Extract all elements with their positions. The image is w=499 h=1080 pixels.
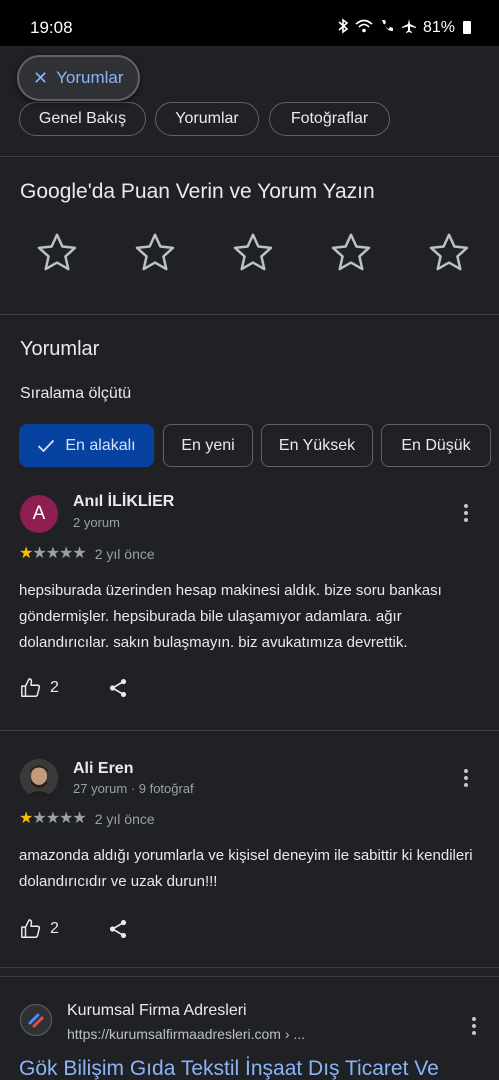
sort-most-relevant[interactable]: En alakalı (19, 424, 154, 467)
star-outline-icon (37, 233, 77, 271)
rate-star-3[interactable] (229, 229, 277, 277)
check-icon (38, 439, 55, 452)
site-logo-icon (28, 1013, 44, 1028)
divider (0, 730, 499, 731)
star-filled-icon: ★ (19, 810, 33, 827)
site-favicon (20, 1004, 52, 1036)
bluetooth-icon (337, 18, 349, 37)
star-empty-icon: ★ (59, 545, 73, 562)
share-icon (109, 679, 126, 697)
section-divider (0, 967, 499, 977)
thumbs-up-icon (21, 678, 41, 697)
result-more-options-icon[interactable] (463, 1012, 485, 1040)
review-actions: 2 (20, 918, 129, 940)
share-button[interactable] (107, 677, 129, 699)
review-date: 2 yıl önce (94, 546, 155, 562)
star-empty-icon: ★ (72, 810, 86, 827)
review-text: amazonda aldığı yorumlarla ve kişisel de… (19, 847, 473, 890)
reviews-filter-label: Yorumlar (56, 68, 124, 87)
avatar[interactable] (20, 759, 58, 797)
rate-star-1[interactable] (33, 229, 81, 277)
more-options-icon[interactable] (455, 764, 477, 792)
result-title-link[interactable]: Gök Bilişim Gıda Tekstil İnşaat Dış Tica… (19, 1057, 439, 1080)
review-rating: ★ ★ ★ ★ ★ 2 yıl önce (19, 545, 155, 563)
divider (0, 156, 499, 157)
like-count: 2 (50, 679, 59, 696)
star-empty-icon: ★ (45, 545, 60, 562)
star-outline-icon (135, 233, 175, 271)
status-icons: 81% (337, 18, 471, 37)
star-outline-icon (429, 233, 469, 271)
sort-label: Sıralama ölçütü (20, 385, 132, 402)
sort-most-relevant-label: En alakalı (65, 436, 136, 454)
divider (0, 314, 499, 315)
star-filled-icon: ★ (19, 545, 33, 562)
review-text: hepsiburada üzerinden hesap makinesi ald… (19, 582, 442, 651)
airplane-icon (401, 18, 417, 37)
reviewer-name[interactable]: Anıl İLİKLİER (73, 493, 174, 511)
review-rating: ★ ★ ★ ★ ★ 2 yıl önce (19, 810, 155, 828)
more-options-icon[interactable] (455, 499, 477, 527)
avatar[interactable]: A (20, 495, 58, 533)
rate-title: Google'da Puan Verin ve Yorum Yazın (20, 180, 375, 203)
like-button[interactable]: 2 (20, 918, 59, 940)
reviewer-name[interactable]: Ali Eren (73, 760, 133, 778)
star-empty-icon: ★ (32, 545, 46, 562)
tab-reviews[interactable]: Yorumlar (155, 102, 259, 136)
tab-overview[interactable]: Genel Bakış (19, 102, 146, 136)
star-empty-icon: ★ (32, 810, 46, 827)
wifi-calling-icon (379, 18, 395, 37)
reviews-heading: Yorumlar (20, 338, 100, 360)
rating-stars (33, 229, 473, 277)
rate-star-4[interactable] (327, 229, 375, 277)
result-site-name: Kurumsal Firma Adresleri (67, 1002, 247, 1019)
reviewer-meta: 27 yorum · 9 fotoğraf (73, 781, 194, 796)
tab-photos[interactable]: Fotoğraflar (269, 102, 390, 136)
thumbs-up-icon (21, 919, 41, 938)
sort-newest[interactable]: En yeni (163, 424, 253, 467)
share-icon (109, 920, 126, 938)
wifi-icon (355, 19, 373, 36)
like-button[interactable]: 2 (20, 677, 59, 699)
star-outline-icon (233, 233, 273, 271)
status-bar: 19:08 81% (0, 0, 499, 46)
top-area: Genel Bakış Yorumlar Fotoğraflar ✕ Yorum… (0, 46, 499, 156)
rate-star-5[interactable] (425, 229, 473, 277)
review-date: 2 yıl önce (94, 811, 155, 827)
star-empty-icon: ★ (45, 810, 60, 827)
sort-highest[interactable]: En Yüksek (261, 424, 373, 467)
star-outline-icon (331, 233, 371, 271)
search-result[interactable]: Kurumsal Firma Adresleri https://kurumsa… (0, 985, 499, 1080)
reviews-filter-chip[interactable]: ✕ Yorumlar (17, 55, 140, 101)
sort-lowest[interactable]: En Düşük (381, 424, 491, 467)
result-url: https://kurumsalfirmaadresleri.com › ... (67, 1026, 306, 1042)
profile-photo-icon (20, 759, 58, 797)
review-actions: 2 (20, 677, 129, 699)
close-icon[interactable]: ✕ (33, 68, 48, 89)
star-empty-icon: ★ (59, 810, 73, 827)
battery-percent: 81% (422, 18, 455, 36)
reviewer-meta: 2 yorum (73, 515, 120, 530)
like-count: 2 (50, 920, 59, 937)
rate-star-2[interactable] (131, 229, 179, 277)
star-empty-icon: ★ (72, 545, 86, 562)
battery-icon (463, 21, 471, 34)
share-button[interactable] (107, 918, 129, 940)
status-time: 19:08 (30, 18, 73, 37)
